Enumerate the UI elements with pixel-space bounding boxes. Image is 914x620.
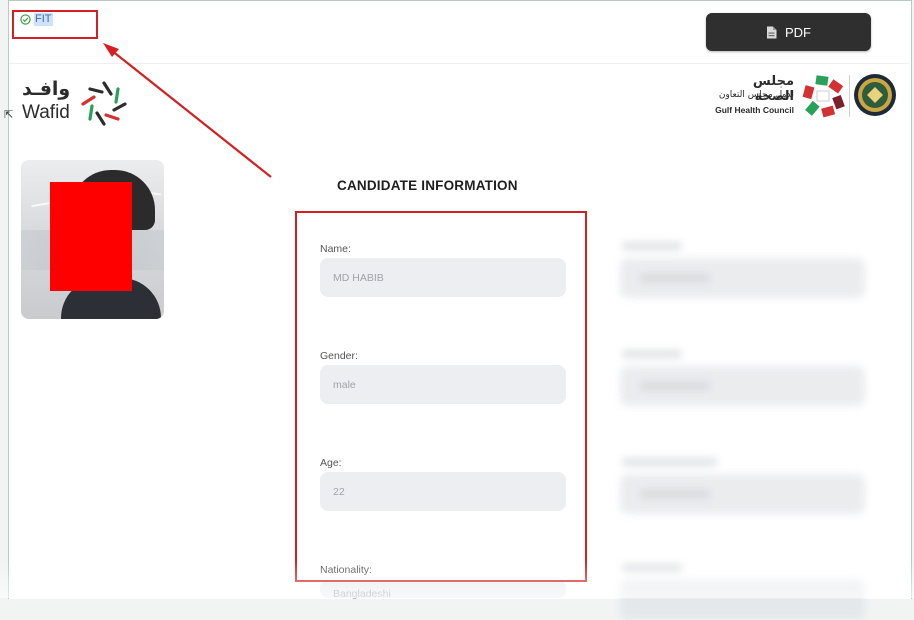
pdf-button-label: PDF xyxy=(785,24,811,40)
photo-redaction xyxy=(50,182,132,291)
pdf-button[interactable]: PDF xyxy=(706,13,871,51)
gcc-seal-icon xyxy=(854,74,896,116)
wafid-logo-text: Wafid xyxy=(22,102,70,123)
annotation-box-form xyxy=(295,211,587,582)
pdf-file-icon xyxy=(767,26,777,38)
candidate-photo xyxy=(21,160,164,319)
section-title: CANDIDATE INFORMATION xyxy=(337,178,518,193)
ghc-emblem-icon xyxy=(802,75,845,118)
logo-divider xyxy=(849,75,850,117)
ghc-logo-text: Gulf Health Council xyxy=(715,105,794,115)
mouse-cursor-icon: ⇱ xyxy=(4,109,14,121)
header-divider xyxy=(9,63,909,64)
blurred-info-column xyxy=(612,230,882,620)
wafid-logo-arabic: وافـد xyxy=(22,78,71,100)
wafid-star-icon xyxy=(81,81,127,126)
nationality-field: Bangladeshi xyxy=(320,580,566,600)
ghc-logo-arabic-sub: لدول مجلس التعاون xyxy=(718,90,794,100)
annotation-box-status xyxy=(12,10,98,39)
